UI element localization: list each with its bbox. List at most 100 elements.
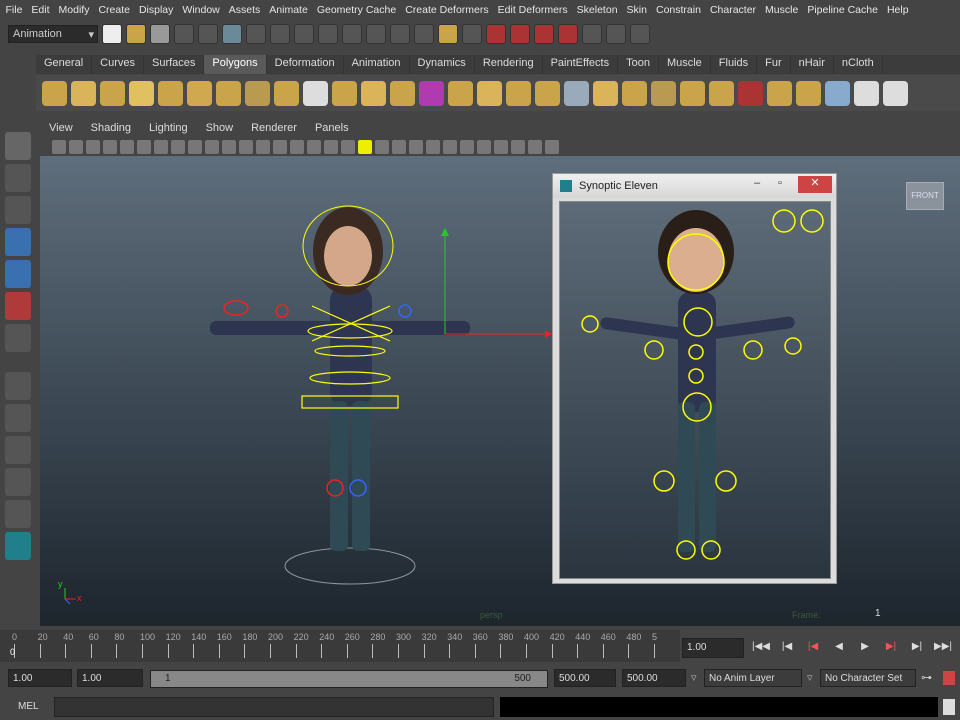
- panel-tool-23-icon[interactable]: [426, 139, 440, 154]
- tab-toon[interactable]: Toon: [618, 55, 659, 74]
- menu-window[interactable]: Window: [179, 4, 223, 16]
- maya-logo-icon[interactable]: [5, 532, 31, 560]
- shelf-tool-15-icon[interactable]: [448, 80, 473, 106]
- minimize-button[interactable]: –: [754, 177, 776, 189]
- panel-tool-30-icon[interactable]: [545, 139, 559, 154]
- menu-animate[interactable]: Animate: [266, 4, 312, 16]
- maximize-button[interactable]: ▫: [778, 177, 796, 189]
- shelf-tool-8-icon[interactable]: [245, 80, 270, 106]
- panel-menu-panels[interactable]: Panels: [306, 122, 358, 134]
- panel-tool-2-icon[interactable]: [69, 139, 83, 154]
- synoptic-titlebar[interactable]: Synoptic Eleven – ▫ ✕: [553, 174, 836, 198]
- menu-muscle[interactable]: Muscle: [762, 4, 802, 16]
- save-scene-icon[interactable]: [150, 24, 170, 44]
- shelf-tool-3-icon[interactable]: [100, 80, 125, 106]
- anim-end-field[interactable]: 500.00: [622, 669, 686, 687]
- magnet-3-icon[interactable]: [534, 24, 554, 44]
- tab-painteffects[interactable]: PaintEffects: [543, 55, 619, 74]
- shelf-tool-2-icon[interactable]: [71, 80, 96, 106]
- panel-tool-12-icon[interactable]: [239, 139, 253, 154]
- shelf-tool-27-icon[interactable]: [796, 80, 821, 106]
- shelf-tool-16-icon[interactable]: [477, 80, 502, 106]
- tab-polygons[interactable]: Polygons: [204, 55, 267, 74]
- open-scene-icon[interactable]: [126, 24, 146, 44]
- tab-deformation[interactable]: Deformation: [267, 55, 344, 74]
- menu-set-dropdown[interactable]: Animation ▾: [8, 25, 98, 43]
- panel-tool-1-icon[interactable]: [52, 139, 66, 154]
- step-back-key-button[interactable]: |◀: [778, 641, 796, 657]
- menu-create-deformers[interactable]: Create Deformers: [402, 4, 492, 16]
- panel-tool-18-icon[interactable]: [341, 139, 355, 154]
- layout-hypershade-icon[interactable]: [5, 500, 31, 528]
- shelf-tool-21-icon[interactable]: [622, 80, 647, 106]
- menu-pipeline-cache[interactable]: Pipeline Cache: [804, 4, 882, 16]
- character-set-dropdown[interactable]: No Character Set: [820, 669, 916, 687]
- menu-display[interactable]: Display: [135, 4, 176, 16]
- current-time-field[interactable]: 1.00: [682, 638, 744, 658]
- panel-tool-15-icon[interactable]: [290, 139, 304, 154]
- snap-surface-icon[interactable]: [318, 24, 338, 44]
- render-settings-icon[interactable]: [462, 24, 482, 44]
- tab-surfaces[interactable]: Surfaces: [144, 55, 205, 74]
- panel-tool-17-icon[interactable]: [324, 139, 338, 154]
- panel-tool-22-icon[interactable]: [409, 139, 423, 154]
- shelf-tool-26-icon[interactable]: [767, 80, 792, 106]
- time-slider[interactable]: 0 20 40 60 80 100 120 140 160 180 200 220 240 260 280 3…: [0, 630, 680, 662]
- move-tool-icon[interactable]: [5, 228, 31, 256]
- panel-tool-11-icon[interactable]: [222, 139, 236, 154]
- panel-tool-6-icon[interactable]: [137, 139, 151, 154]
- shelf-tool-7-icon[interactable]: [216, 80, 241, 106]
- go-to-end-button[interactable]: ▶▶|: [934, 641, 952, 657]
- shelf-tool-17-icon[interactable]: [506, 80, 531, 106]
- layout-graph-icon[interactable]: [5, 468, 31, 496]
- play-forward-button[interactable]: ▶: [856, 641, 874, 657]
- shelf-tool-18-icon[interactable]: [535, 80, 560, 106]
- help-icon[interactable]: [414, 24, 434, 44]
- shelf-tool-14-icon[interactable]: [419, 80, 444, 106]
- tab-dynamics[interactable]: Dynamics: [410, 55, 475, 74]
- tool-settings-icon[interactable]: [606, 24, 626, 44]
- shelf-tool-30-icon[interactable]: [883, 80, 908, 106]
- menu-edit[interactable]: Edit: [28, 4, 53, 16]
- script-editor-icon[interactable]: [943, 699, 955, 715]
- menu-geometry-cache[interactable]: Geometry Cache: [313, 4, 399, 16]
- tab-fluids[interactable]: Fluids: [711, 55, 758, 74]
- lasso-tool-icon[interactable]: [5, 164, 31, 192]
- shelf-tool-29-icon[interactable]: [854, 80, 879, 106]
- panel-tool-10-icon[interactable]: [205, 139, 219, 154]
- shelf-tool-19-icon[interactable]: [564, 80, 589, 106]
- panel-tool-4-icon[interactable]: [103, 139, 117, 154]
- panel-menu-shading[interactable]: Shading: [82, 122, 140, 134]
- tab-curves[interactable]: Curves: [92, 55, 144, 74]
- lock-icon[interactable]: [438, 24, 458, 44]
- select-hierarchy-icon[interactable]: [174, 24, 194, 44]
- panel-tool-3-icon[interactable]: [86, 139, 100, 154]
- rotate-tool-icon[interactable]: [5, 260, 31, 288]
- panel-tool-8-icon[interactable]: [171, 139, 185, 154]
- snap-curve-icon[interactable]: [270, 24, 290, 44]
- menu-modify[interactable]: Modify: [55, 4, 93, 16]
- panel-tool-9-icon[interactable]: [188, 139, 202, 154]
- tab-animation[interactable]: Animation: [344, 55, 410, 74]
- select-component-icon[interactable]: [222, 24, 242, 44]
- shelf-tool-6-icon[interactable]: [187, 80, 212, 106]
- shelf-tool-25-icon[interactable]: [738, 80, 763, 106]
- menu-assets[interactable]: Assets: [225, 4, 264, 16]
- panel-menu-lighting[interactable]: Lighting: [140, 122, 197, 134]
- step-forward-frame-button[interactable]: ▶|: [882, 641, 900, 657]
- panel-tool-21-icon[interactable]: [392, 139, 406, 154]
- range-end-field[interactable]: 500.00: [554, 669, 616, 687]
- ipr-render-icon[interactable]: [390, 24, 410, 44]
- layout-four-icon[interactable]: [5, 404, 31, 432]
- snap-grid-icon[interactable]: [246, 24, 266, 44]
- anim-start-field[interactable]: 1.00: [77, 669, 143, 687]
- last-tool-icon[interactable]: [5, 324, 31, 352]
- panel-tool-20-icon[interactable]: [375, 139, 389, 154]
- panel-menu-show[interactable]: Show: [197, 122, 243, 134]
- panel-tool-28-icon[interactable]: [511, 139, 525, 154]
- tab-rendering[interactable]: Rendering: [475, 55, 543, 74]
- play-backward-button[interactable]: ◀: [830, 641, 848, 657]
- scale-tool-icon[interactable]: [5, 292, 31, 320]
- history-icon[interactable]: [342, 24, 362, 44]
- attribute-editor-icon[interactable]: [582, 24, 602, 44]
